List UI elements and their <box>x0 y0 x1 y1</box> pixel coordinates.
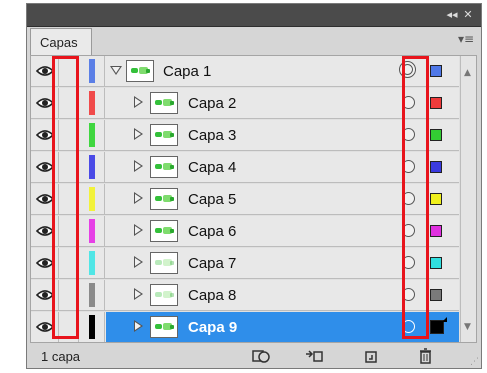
layer-color-bar <box>89 219 95 243</box>
status-bar: 1 capa ⋰ <box>27 344 481 368</box>
layer-row[interactable]: Capa 9 <box>31 312 459 342</box>
layer-thumbnail <box>150 252 178 274</box>
selection-swatch[interactable] <box>430 225 442 237</box>
layer-color-cell <box>79 312 105 342</box>
scroll-down-icon[interactable]: ▼ <box>464 322 471 332</box>
selection-swatch[interactable] <box>430 97 442 109</box>
create-sublayer-icon[interactable] <box>302 347 324 365</box>
selection-swatch[interactable] <box>430 317 447 334</box>
selection-swatch[interactable] <box>430 161 442 173</box>
tab-capas[interactable]: Capas <box>30 28 92 55</box>
double-chevron-icon[interactable]: ◂◂ <box>445 8 459 22</box>
layer-thumbnail <box>150 156 178 178</box>
layer-thumbnail <box>150 92 178 114</box>
layer-name: Capa 3 <box>188 127 237 144</box>
layer-color-bar <box>89 283 95 307</box>
expand-arrow-icon[interactable] <box>134 288 143 300</box>
delete-layer-icon[interactable] <box>414 347 436 365</box>
layer-color-cell <box>79 152 105 182</box>
expand-arrow-icon[interactable] <box>134 96 143 108</box>
layer-color-bar <box>89 187 95 211</box>
color-column-highlight <box>52 56 79 339</box>
layer-name: Capa 4 <box>188 159 237 176</box>
expand-arrow-icon[interactable] <box>134 320 143 332</box>
layer-name: Capa 5 <box>188 191 237 208</box>
layer-color-bar <box>89 59 95 83</box>
resize-grip-icon[interactable]: ⋰ <box>470 357 479 367</box>
layer-name: Capa 6 <box>188 223 237 240</box>
layer-thumbnail <box>150 220 178 242</box>
layer-row[interactable]: Capa 3 <box>31 120 459 151</box>
layer-row[interactable]: Capa 8 <box>31 280 459 311</box>
make-clipping-mask-icon[interactable] <box>249 347 271 365</box>
layer-thumbnail <box>150 316 178 338</box>
selection-swatch[interactable] <box>430 289 442 301</box>
scroll-up-icon[interactable]: ▲ <box>464 68 471 78</box>
expand-down-icon[interactable] <box>110 66 122 75</box>
layer-color-cell <box>79 120 105 150</box>
layer-row[interactable]: Capa 1 <box>31 56 459 87</box>
expand-arrow-icon[interactable] <box>134 256 143 268</box>
swatch-column-highlight <box>402 56 429 339</box>
layer-color-bar <box>89 315 95 339</box>
panel-titlebar: ◂◂ ✕ <box>27 4 481 27</box>
layer-color-cell <box>79 184 105 214</box>
create-new-layer-icon[interactable] <box>360 347 382 365</box>
layer-color-bar <box>89 155 95 179</box>
layer-name: Capa 7 <box>188 255 237 272</box>
layer-name: Capa 1 <box>163 63 212 80</box>
layer-color-bar <box>89 123 95 147</box>
selection-swatch[interactable] <box>430 129 442 141</box>
layer-thumbnail <box>126 60 154 82</box>
expand-arrow-icon[interactable] <box>134 192 143 204</box>
layer-color-cell <box>79 280 105 310</box>
selection-swatch[interactable] <box>430 193 442 205</box>
layer-row[interactable]: Capa 4 <box>31 152 459 183</box>
close-icon[interactable]: ✕ <box>461 8 475 22</box>
layer-color-cell <box>79 56 105 86</box>
panel-menu-icon[interactable]: ▾≡ <box>457 32 475 48</box>
expand-arrow-icon[interactable] <box>134 160 143 172</box>
layer-thumbnail <box>150 284 178 306</box>
layer-name: Capa 2 <box>188 95 237 112</box>
expand-arrow-icon[interactable] <box>134 128 143 140</box>
layer-count: 1 capa <box>41 349 81 364</box>
layer-row[interactable]: Capa 5 <box>31 184 459 215</box>
layer-name: Capa 8 <box>188 287 237 304</box>
layer-row[interactable]: Capa 6 <box>31 216 459 247</box>
layer-thumbnail <box>150 188 178 210</box>
layer-row[interactable]: Capa 7 <box>31 248 459 279</box>
layer-color-bar <box>89 251 95 275</box>
layer-color-cell <box>79 88 105 118</box>
layer-name: Capa 9 <box>188 319 238 336</box>
layer-row[interactable]: Capa 2 <box>31 88 459 119</box>
layer-color-cell <box>79 248 105 278</box>
selection-swatch[interactable] <box>430 65 442 77</box>
expand-arrow-icon[interactable] <box>134 224 143 236</box>
layer-color-cell <box>79 216 105 246</box>
scrollbar[interactable]: ▲ ▼ <box>460 56 476 342</box>
layer-color-bar <box>89 91 95 115</box>
selection-swatch[interactable] <box>430 257 442 269</box>
layer-thumbnail <box>150 124 178 146</box>
